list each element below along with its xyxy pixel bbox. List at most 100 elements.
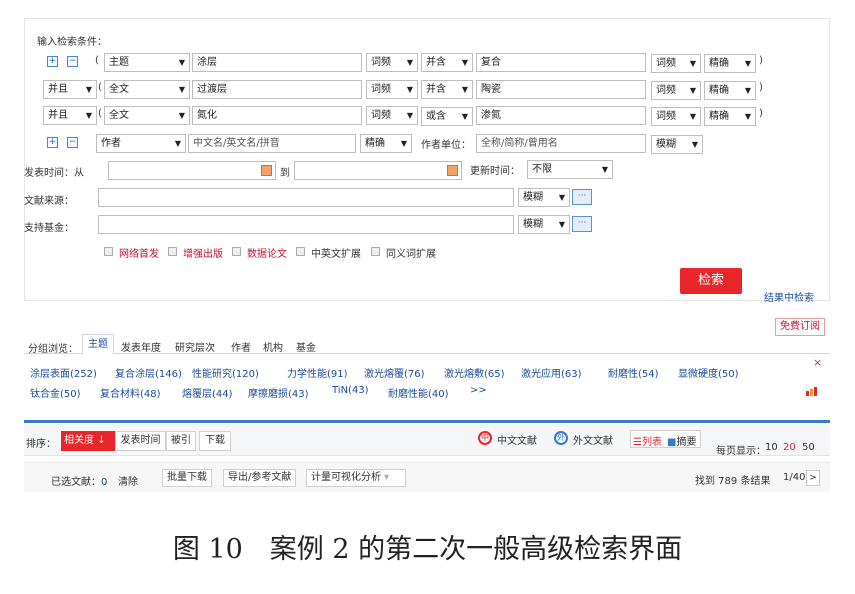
group-keyword[interactable]: 激光熔敷(65): [444, 365, 505, 380]
tab-topic[interactable]: 主题: [82, 334, 114, 355]
row1-field-select[interactable]: 主题 ▼: [104, 53, 190, 72]
checkbox-data-paper[interactable]: [232, 247, 241, 256]
row2-prefix-select[interactable]: 并且 ▼: [43, 80, 97, 99]
add-author-plus-icon[interactable]: +: [47, 137, 58, 148]
analysis-dropdown[interactable]: 计量可视化分析 ▾: [306, 469, 406, 487]
row2-value2-input[interactable]: 陶瓷: [476, 80, 646, 99]
sort-cited-button[interactable]: 被引: [166, 431, 196, 451]
group-keyword[interactable]: 性能研究(120): [192, 365, 259, 380]
checkbox-cn-en-expand[interactable]: [296, 247, 305, 256]
group-keyword[interactable]: 复合材料(48): [100, 385, 161, 400]
check-label-cn-en-expand: 中英文扩展: [311, 249, 361, 260]
tab-fund[interactable]: 基金: [296, 339, 316, 354]
abstract-view-label: 摘要: [676, 437, 697, 448]
group-keyword[interactable]: 摩擦磨损(43): [248, 385, 309, 400]
row1-value1-input[interactable]: 涂层: [192, 53, 362, 72]
time-to-input[interactable]: [294, 161, 462, 180]
row2-freq1-value: 词频: [371, 84, 391, 95]
row2-value1-input[interactable]: 过渡层: [192, 80, 362, 99]
row3-freq2-value: 词频: [656, 111, 676, 122]
group-keyword[interactable]: 涂层表面(252): [30, 365, 97, 380]
batch-download-button[interactable]: 批量下载: [162, 469, 212, 487]
checkbox-online-first[interactable]: [104, 247, 113, 256]
source-more-button[interactable]: ···: [572, 189, 592, 205]
checkbox-enhanced[interactable]: [168, 247, 177, 256]
tab-org[interactable]: 机构: [263, 339, 283, 354]
checkbox-synonym-expand[interactable]: [371, 247, 380, 256]
tab-author[interactable]: 作者: [231, 339, 251, 354]
row2-match-select[interactable]: 精确 ▼: [704, 81, 756, 100]
group-keyword[interactable]: TiN(43): [332, 385, 369, 396]
author-unit-input[interactable]: 全称/简称/曾用名: [476, 134, 646, 153]
sort-relevance-button[interactable]: 相关度 ↓: [61, 431, 115, 451]
remove-row-minus-icon[interactable]: −: [67, 56, 78, 67]
row1-freq1-select[interactable]: 词频 ▼: [366, 53, 418, 72]
row3-field-value: 全文: [109, 110, 129, 121]
tab-level[interactable]: 研究层次: [175, 339, 215, 354]
row3-prefix-select[interactable]: 并且 ▼: [43, 106, 97, 125]
row1-value2-input[interactable]: 复合: [476, 53, 646, 72]
group-keyword[interactable]: 熔覆层(44): [182, 385, 233, 400]
remove-author-minus-icon[interactable]: −: [67, 137, 78, 148]
source-input[interactable]: [98, 188, 514, 207]
tab-year[interactable]: 发表年度: [121, 339, 161, 354]
close-icon[interactable]: ×: [813, 356, 822, 369]
calendar-icon[interactable]: [447, 165, 458, 176]
row1-freq2-select[interactable]: 词频 ▼: [651, 54, 701, 73]
group-keyword[interactable]: 显微硬度(50): [678, 365, 739, 380]
row3-value2-input[interactable]: 渗氮: [476, 106, 646, 125]
group-keyword[interactable]: 激光熔覆(76): [364, 365, 425, 380]
clear-link[interactable]: 清除: [118, 473, 138, 488]
row3-freq2-select[interactable]: 词频 ▼: [651, 107, 701, 126]
author-field-select[interactable]: 作者 ▼: [96, 134, 186, 153]
row1-match-select[interactable]: 精确 ▼: [704, 54, 756, 73]
search-button[interactable]: 检索: [680, 268, 742, 294]
sort-date-button[interactable]: 发表时间: [115, 431, 166, 451]
group-keyword[interactable]: 钛合金(50): [30, 385, 81, 400]
row3-match-select[interactable]: 精确 ▼: [704, 107, 756, 126]
sort-label: 排序：: [26, 439, 56, 450]
row2-op-select[interactable]: 并含 ▼: [421, 80, 473, 99]
row2-field-select[interactable]: 全文 ▼: [104, 80, 190, 99]
fund-more-button[interactable]: ···: [572, 216, 592, 232]
calendar-icon[interactable]: [261, 165, 272, 176]
export-button[interactable]: 导出/参考文献: [223, 469, 297, 487]
per-page-50[interactable]: 50: [802, 442, 815, 453]
group-keyword[interactable]: 复合涂层(146): [115, 365, 182, 380]
group-keyword[interactable]: 激光应用(63): [521, 365, 582, 380]
group-keyword[interactable]: 力学性能(91): [287, 365, 348, 380]
source-match-select[interactable]: 模糊 ▼: [518, 188, 570, 207]
more-keywords-link[interactable]: >>: [470, 385, 487, 396]
sort-download-button[interactable]: 下载: [199, 431, 231, 451]
per-page-20[interactable]: 20: [783, 442, 796, 453]
group-keyword[interactable]: 耐磨性(54): [608, 365, 659, 380]
fund-match-select[interactable]: 模糊 ▼: [518, 215, 570, 234]
author-match-select[interactable]: 精确 ▼: [360, 134, 412, 153]
fund-input[interactable]: [98, 215, 514, 234]
row3-op-select[interactable]: 或含 ▼: [421, 107, 473, 126]
row1-op-value: 并含: [426, 57, 446, 68]
author-name-input[interactable]: 中文名/英文名/拼音: [188, 134, 356, 153]
row3-value1-input[interactable]: 氮化: [192, 106, 362, 125]
per-page-10[interactable]: 10: [765, 442, 778, 453]
row2-freq1-select[interactable]: 词频 ▼: [366, 80, 418, 99]
list-view-button[interactable]: ☰列表: [633, 433, 662, 448]
row1-op-select[interactable]: 并含 ▼: [421, 53, 473, 72]
row2-freq2-select[interactable]: 词频 ▼: [651, 81, 701, 100]
search-in-results-link[interactable]: 结果中检索: [764, 289, 814, 304]
per-page-label: 每页显示：: [716, 446, 766, 457]
author-unit-match-select[interactable]: 模糊 ▼: [651, 135, 703, 154]
time-from-input[interactable]: [108, 161, 276, 180]
row3-field-select[interactable]: 全文 ▼: [104, 106, 190, 125]
source-label: 文献来源：: [24, 196, 74, 207]
update-time-select[interactable]: 不限 ▼: [527, 160, 613, 179]
row3-freq1-select[interactable]: 词频 ▼: [366, 106, 418, 125]
foreign-docs-link[interactable]: 外文文献: [573, 432, 613, 447]
group-keyword[interactable]: 耐磨性能(40): [388, 385, 449, 400]
add-row-plus-icon[interactable]: +: [47, 56, 58, 67]
update-time-value: 不限: [532, 164, 552, 175]
chinese-docs-link[interactable]: 中文文献: [497, 432, 537, 447]
chart-icon[interactable]: [805, 386, 819, 396]
abstract-view-button[interactable]: ■摘要: [667, 433, 696, 448]
next-page-button[interactable]: >: [806, 470, 820, 486]
